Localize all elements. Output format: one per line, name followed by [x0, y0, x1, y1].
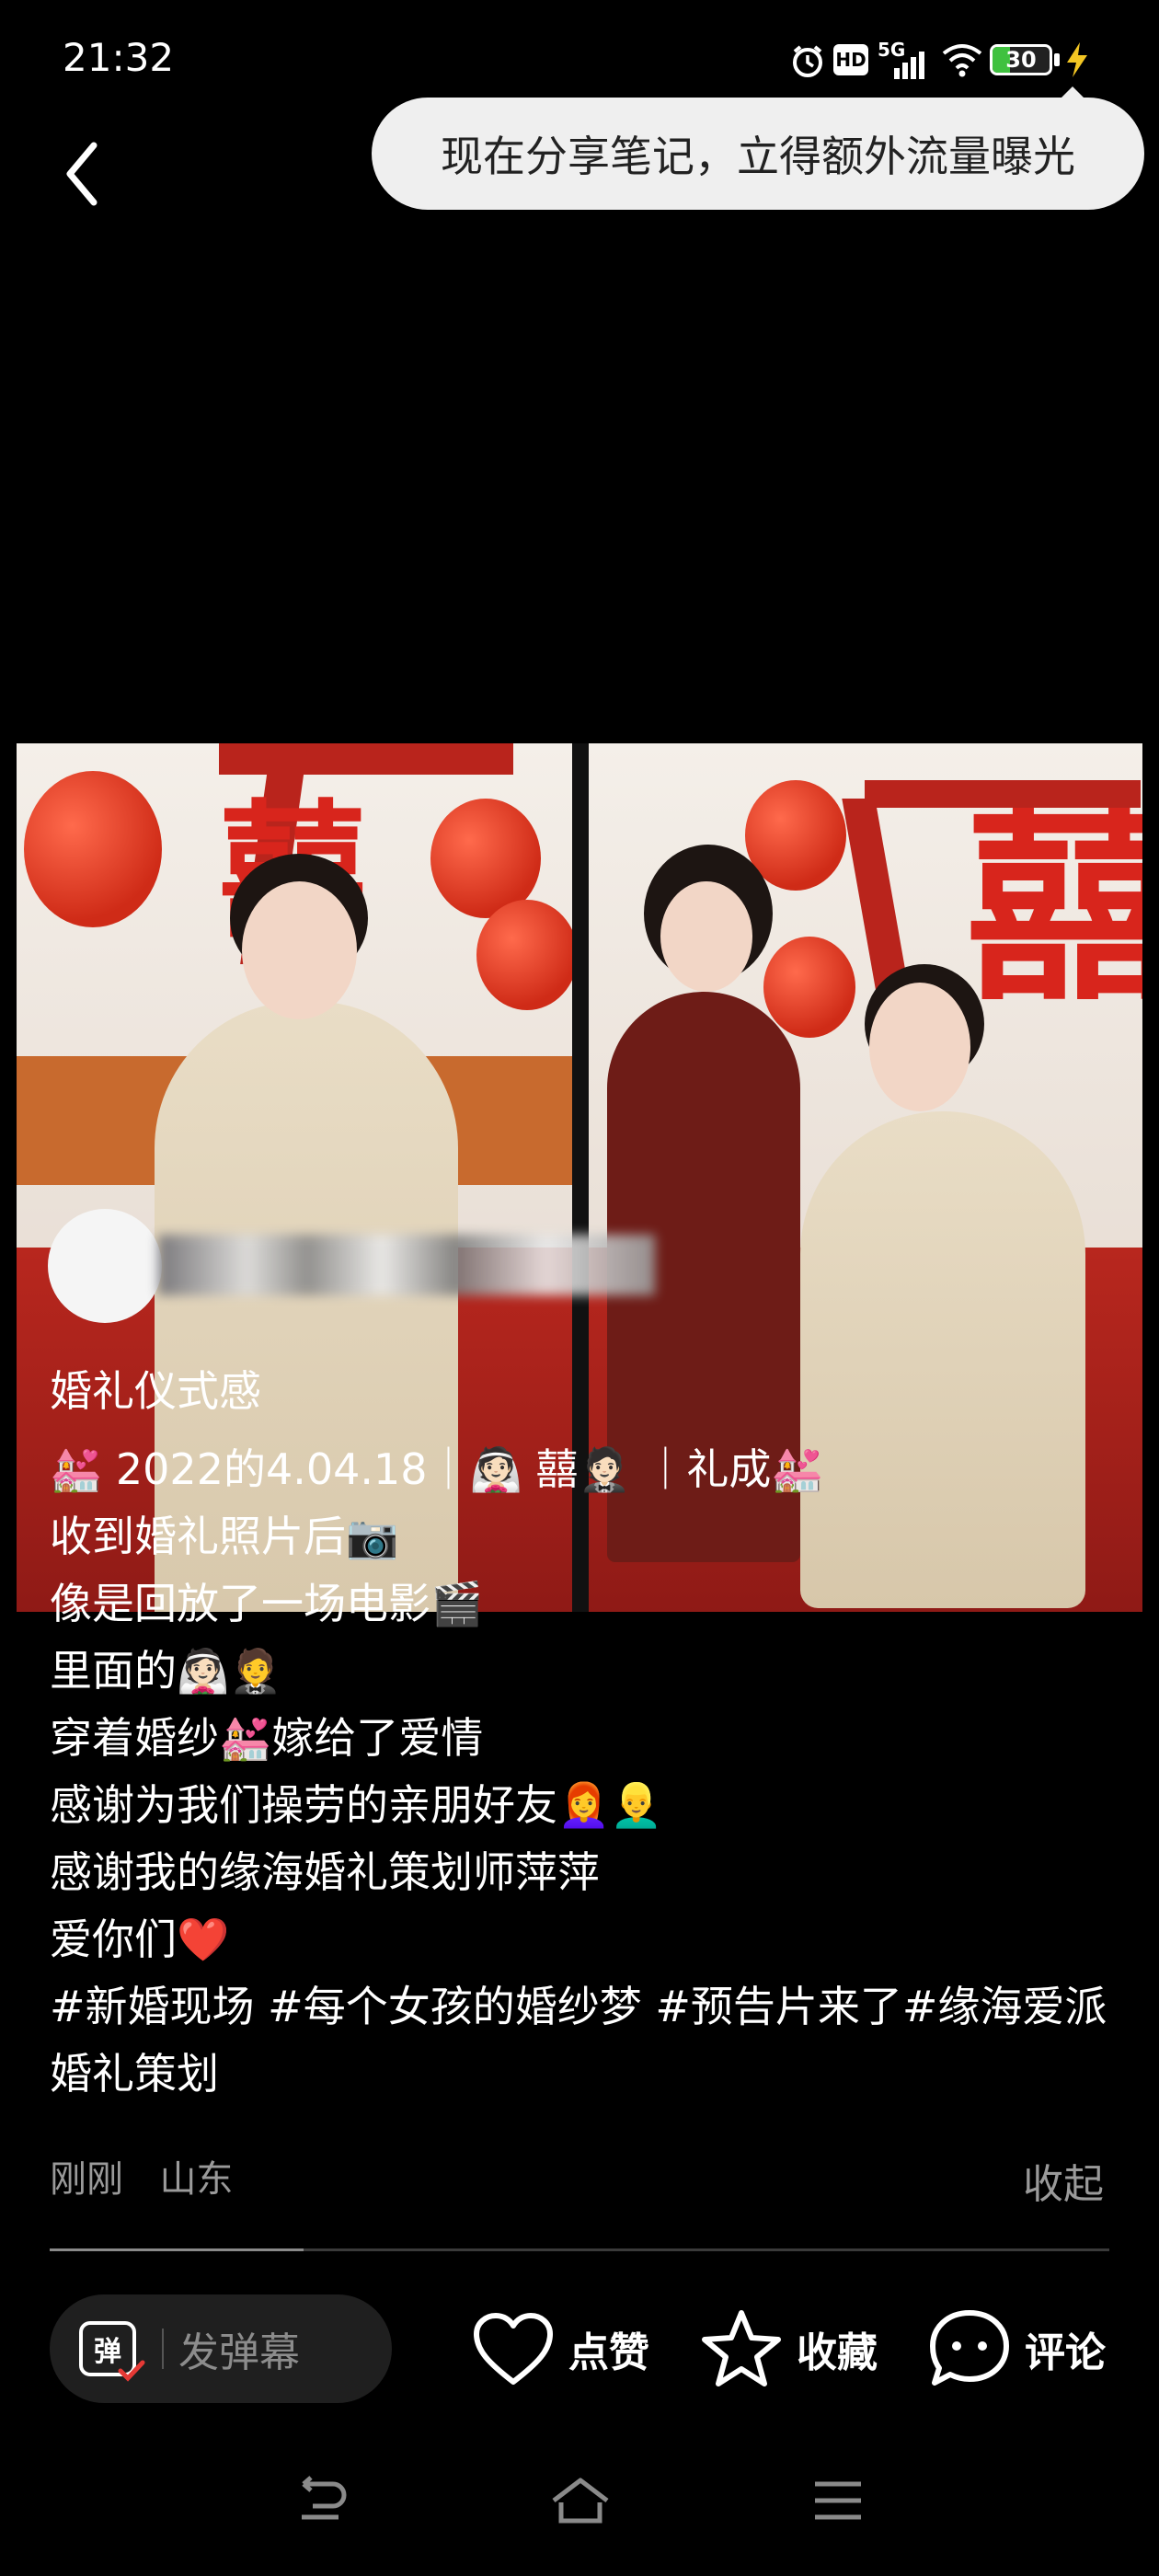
- post-location: 山东: [159, 2158, 234, 2201]
- share-tip-text: 现在分享笔记，立得额外流量曝光: [441, 132, 1075, 181]
- caption-line: 爱你们❤️: [50, 1915, 230, 1964]
- avatar[interactable]: [48, 1209, 162, 1323]
- post-meta: 刚刚 山东: [50, 2149, 233, 2202]
- hd-icon: HD: [833, 44, 868, 75]
- alarm-icon: [793, 45, 822, 77]
- caption-line: 穿着婚纱💒嫁给了爱情: [50, 1713, 484, 1763]
- 5g-signal-icon: 5G: [878, 39, 929, 79]
- danmaku-icon[interactable]: 弹: [79, 2321, 145, 2382]
- danmaku-input[interactable]: 弹 发弹幕: [50, 2294, 392, 2403]
- comment-icon: [930, 2310, 1009, 2386]
- caption-line: 感谢为我们操劳的亲朋好友👩‍🦰👱‍♂️: [50, 1780, 663, 1830]
- comment-label: 评论: [1025, 2329, 1106, 2376]
- menu-nav-icon[interactable]: [811, 2475, 865, 2526]
- video-progress-bar[interactable]: [50, 2248, 1109, 2251]
- post-caption: 婚礼仪式感 💒 2022的4.04.18｜👰🏻 囍🤵🏻 ｜礼成💒 收到婚礼照片后…: [50, 1358, 1117, 2108]
- author-info[interactable]: [48, 1209, 655, 1323]
- heart-icon: [474, 2313, 553, 2385]
- caption-line: 像是回放了一场电影🎬: [50, 1579, 484, 1628]
- battery-nub: [1054, 53, 1060, 66]
- collect-button[interactable]: 收藏: [699, 2307, 878, 2390]
- battery-level: 30: [1005, 47, 1037, 73]
- status-time: 21:32: [63, 35, 175, 80]
- star-icon: [702, 2310, 781, 2386]
- username-blurred: [158, 1235, 655, 1295]
- wifi-icon: [942, 44, 982, 77]
- video-progress-fill: [50, 2248, 304, 2251]
- network-label: 5G: [878, 39, 906, 61]
- danmaku-placeholder: 发弹幕: [178, 2329, 300, 2376]
- caption-line: 收到婚礼照片后📷: [50, 1512, 399, 1561]
- danmaku-divider: [162, 2329, 164, 2369]
- charging-icon: [1067, 42, 1087, 77]
- caption-title: 婚礼仪式感: [50, 1366, 261, 1416]
- collect-label: 收藏: [797, 2329, 878, 2376]
- like-label: 点赞: [568, 2329, 649, 2376]
- caption-line: 感谢我的缘海婚礼策划师萍萍: [50, 1847, 600, 1897]
- like-button[interactable]: 点赞: [471, 2307, 649, 2390]
- caption-line: 💒 2022的4.04.18｜👰🏻 囍🤵🏻 ｜礼成💒: [50, 1444, 824, 1494]
- home-nav-icon[interactable]: [548, 2475, 613, 2526]
- share-tip-bubble[interactable]: 现在分享笔记，立得额外流量曝光: [372, 98, 1144, 210]
- back-nav-icon[interactable]: [293, 2475, 350, 2526]
- post-time: 刚刚: [50, 2158, 123, 2201]
- comment-button[interactable]: 评论: [927, 2307, 1106, 2390]
- caption-hashtags[interactable]: #新婚现场 #每个女孩的婚纱梦 #预告片来了#缘海爱派婚礼策划: [50, 1973, 1117, 2108]
- back-arrow-icon[interactable]: [61, 138, 105, 210]
- battery-icon: 30: [990, 44, 1052, 75]
- collapse-button[interactable]: 收起: [1023, 2151, 1104, 2210]
- caption-line: 里面的👰🏻🤵: [50, 1646, 282, 1696]
